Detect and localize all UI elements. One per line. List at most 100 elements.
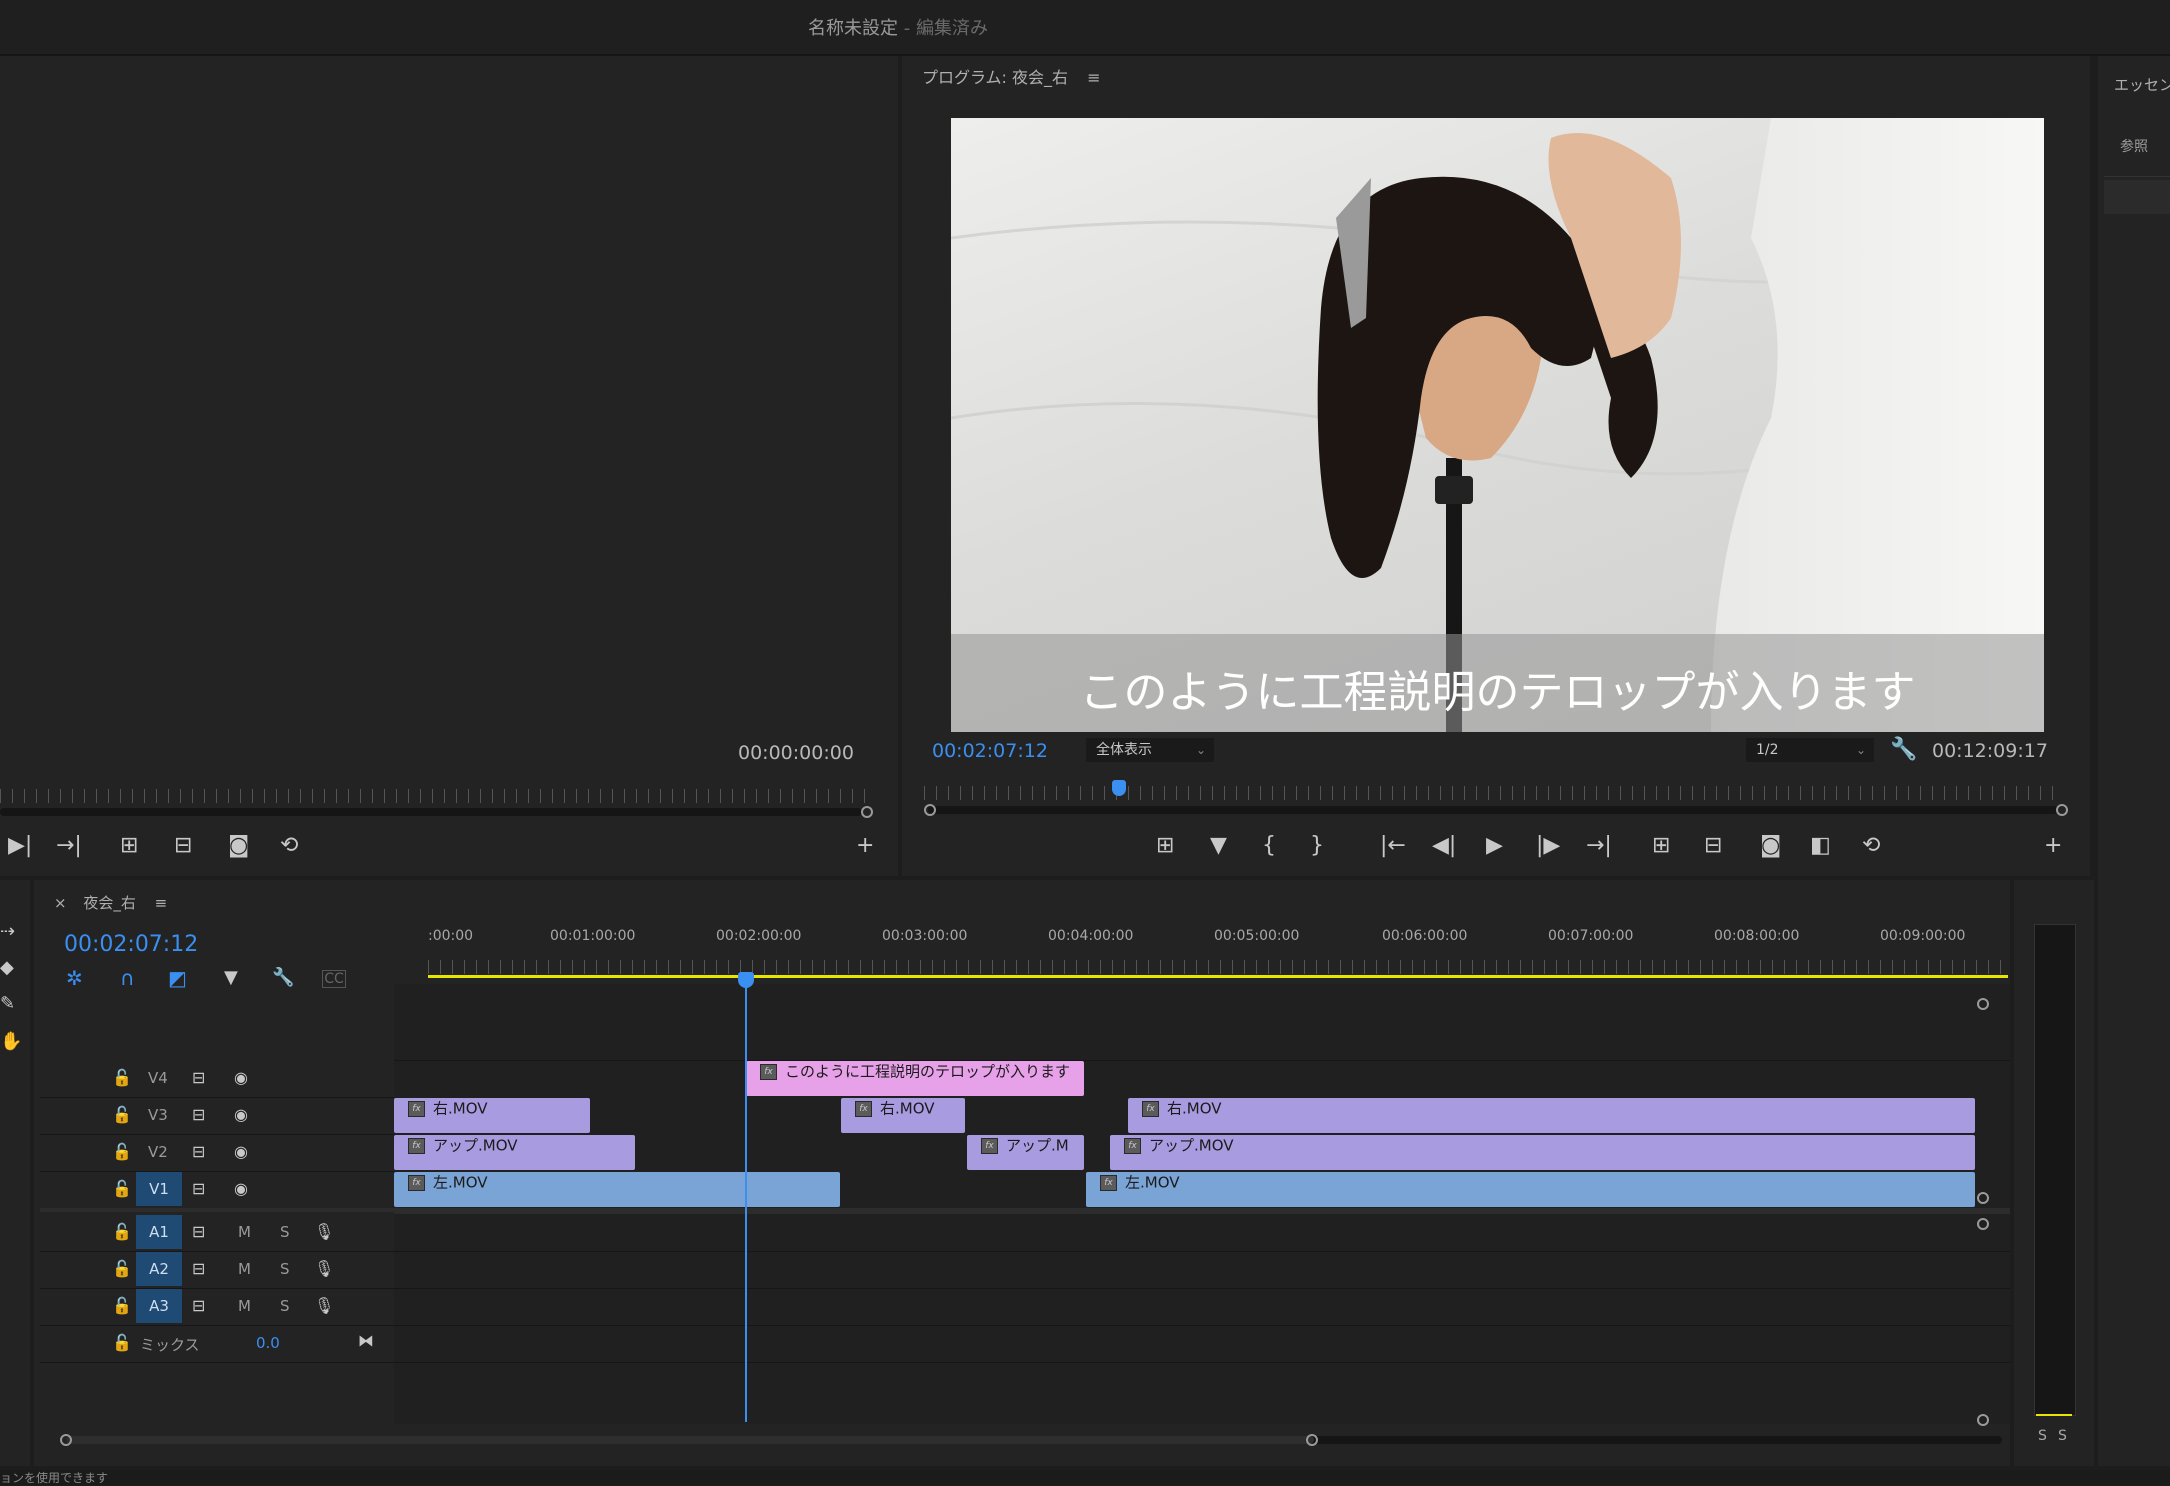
marker-list-icon[interactable]: ⊞ [1156, 834, 1174, 858]
wrench-icon[interactable]: 🔧 [272, 966, 294, 990]
sync-lock-icon[interactable]: ⊟ [192, 1103, 205, 1127]
timeline-scroll-thumb[interactable] [66, 1436, 1314, 1444]
mute-button[interactable]: M [238, 1223, 251, 1241]
mute-button[interactable]: M [238, 1260, 251, 1278]
mute-button[interactable]: M [238, 1297, 251, 1315]
close-icon[interactable]: × [54, 894, 67, 912]
tab-essential[interactable]: エッセン [2114, 74, 2170, 95]
solo-left-button[interactable]: S [2038, 1428, 2047, 1444]
extract-icon[interactable]: ⊟ [1704, 834, 1722, 858]
add-marker-icon[interactable]: ▼ [224, 966, 238, 990]
clip-v3[interactable]: fx 右.MOV [1128, 1098, 1975, 1133]
resolution-select[interactable]: 1/2 ⌄ [1746, 738, 1874, 762]
microphone-icon[interactable]: 🎙 [314, 1257, 334, 1281]
step-forward-icon[interactable]: |▶ [1536, 834, 1560, 858]
program-scrollbar[interactable] [928, 806, 2058, 814]
sync-lock-icon[interactable]: ⊟ [192, 1140, 205, 1164]
captions-icon[interactable]: CC [322, 970, 346, 988]
export-icon[interactable]: ⊟ [174, 834, 192, 858]
compare-icon[interactable]: ◧ [1810, 834, 1831, 858]
source-scrollbar[interactable] [0, 808, 862, 816]
mark-in-icon[interactable]: { [1262, 834, 1276, 858]
panel-menu-icon[interactable]: ≡ [155, 894, 168, 912]
camera-icon[interactable]: ◙ [1760, 834, 1781, 858]
mark-out-icon[interactable]: } [1310, 834, 1324, 858]
clip-v1[interactable]: fx 左.MOV [1086, 1172, 1975, 1207]
play-in-to-out-icon[interactable]: ▶| [8, 834, 32, 858]
lock-icon[interactable]: 🔓 [112, 1220, 132, 1244]
eye-icon[interactable]: ◉ [234, 1066, 248, 1090]
program-playhead[interactable] [1112, 780, 1126, 796]
track-target-a2[interactable]: A2 [136, 1252, 182, 1286]
tab-reference[interactable]: 参照 [2120, 136, 2148, 156]
program-scroll-handle-right[interactable] [2056, 804, 2068, 816]
lock-icon[interactable]: 🔓 [112, 1177, 132, 1201]
lock-icon[interactable]: 🔓 [112, 1257, 132, 1281]
eye-icon[interactable]: ◉ [234, 1103, 248, 1127]
lock-icon[interactable]: 🔓 [112, 1140, 132, 1164]
pen-icon[interactable]: ✎ [0, 992, 15, 1016]
panel-field[interactable] [2104, 180, 2170, 214]
go-to-in-icon[interactable]: |← [1380, 834, 1406, 858]
clip-v3[interactable]: fx 右.MOV [394, 1098, 590, 1133]
lock-icon[interactable]: 🔓 [112, 1066, 132, 1090]
replace-icon[interactable]: ⟲ [280, 834, 298, 858]
lock-icon[interactable]: 🔓 [112, 1331, 132, 1355]
solo-right-button[interactable]: S [2058, 1428, 2067, 1444]
program-current-timecode[interactable]: 00:02:07:12 [932, 740, 1048, 762]
track-target-v1[interactable]: V1 [136, 1172, 182, 1206]
ripple-edit-icon[interactable]: ◆ [0, 956, 14, 980]
clip-v2[interactable]: fx アップ.MOV [394, 1135, 635, 1170]
panel-menu-icon[interactable]: ≡ [1087, 68, 1100, 87]
track-select-icon[interactable]: ⇢ [0, 920, 15, 944]
play-icon[interactable]: ▶ [1486, 834, 1503, 858]
nest-icon[interactable]: ✲ [66, 966, 83, 990]
track-target-a3[interactable]: A3 [136, 1289, 182, 1323]
vertical-scroll-handle[interactable] [1977, 1192, 1989, 1204]
mix-value[interactable]: 0.0 [256, 1334, 280, 1352]
clip-graphic-v4[interactable]: fx このように工程説明のテロップが入ります [746, 1061, 1084, 1096]
wrench-icon[interactable]: 🔧 [1890, 738, 1917, 762]
timeline-ruler[interactable]: :00:00 00:01:00:00 00:02:00:00 00:03:00:… [394, 920, 2010, 982]
eye-icon[interactable]: ◉ [234, 1140, 248, 1164]
go-to-end-icon[interactable]: ⧓ [358, 1329, 374, 1353]
clip-v2[interactable]: fx アップ.MOV [1110, 1135, 1975, 1170]
timeline-timecode[interactable]: 00:02:07:12 [64, 932, 198, 957]
overwrite-icon[interactable]: ⊞ [120, 834, 138, 858]
eye-icon[interactable]: ◉ [234, 1177, 248, 1201]
source-scroll-handle[interactable] [861, 806, 873, 818]
add-marker-icon[interactable]: ▼ [1210, 834, 1227, 858]
linked-selection-icon[interactable]: ◩ [168, 966, 187, 990]
camera-icon[interactable]: ◙ [228, 834, 249, 858]
work-area-bar[interactable] [428, 975, 2008, 978]
insert-icon[interactable]: →| [56, 834, 82, 858]
microphone-icon[interactable]: 🎙 [314, 1220, 334, 1244]
add-button-icon[interactable]: + [856, 834, 874, 858]
clip-v1[interactable]: fx 左.MOV [394, 1172, 840, 1207]
clip-v2[interactable]: fx アップ.M [967, 1135, 1084, 1170]
lock-icon[interactable]: 🔓 [112, 1103, 132, 1127]
sync-lock-icon[interactable]: ⊟ [192, 1177, 205, 1201]
zoom-select[interactable]: 全体表示 ⌄ [1086, 738, 1214, 762]
vertical-scroll-handle[interactable] [1977, 998, 1989, 1010]
add-button-icon[interactable]: + [2044, 834, 2062, 858]
sync-lock-icon[interactable]: ⊟ [192, 1220, 205, 1244]
solo-button[interactable]: S [280, 1297, 290, 1315]
microphone-icon[interactable]: 🎙 [314, 1294, 334, 1318]
sync-lock-icon[interactable]: ⊟ [192, 1294, 205, 1318]
snap-icon[interactable]: ∩ [120, 966, 135, 990]
vertical-scroll-handle[interactable] [1977, 1414, 1989, 1426]
hand-icon[interactable]: ✋ [0, 1030, 22, 1054]
solo-button[interactable]: S [280, 1260, 290, 1278]
program-scroll-handle-left[interactable] [924, 804, 936, 816]
replace-icon[interactable]: ⟲ [1862, 834, 1880, 858]
lift-icon[interactable]: ⊞ [1652, 834, 1670, 858]
clip-v3[interactable]: fx 右.MOV [841, 1098, 965, 1133]
solo-button[interactable]: S [280, 1223, 290, 1241]
scroll-handle-left[interactable] [60, 1434, 72, 1446]
scroll-handle-right[interactable] [1306, 1434, 1318, 1446]
step-back-icon[interactable]: ◀| [1432, 834, 1456, 858]
track-target-a1[interactable]: A1 [136, 1215, 182, 1249]
go-to-out-icon[interactable]: →| [1586, 834, 1612, 858]
lock-icon[interactable]: 🔓 [112, 1294, 132, 1318]
